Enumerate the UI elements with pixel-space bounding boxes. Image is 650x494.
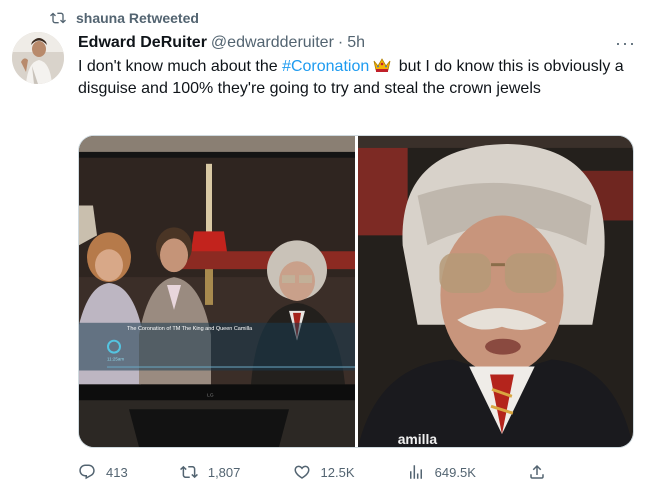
heart-icon bbox=[294, 465, 310, 479]
views-button[interactable]: 649.5K bbox=[407, 463, 476, 481]
author-avatar[interactable] bbox=[12, 32, 64, 84]
like-button[interactable]: 12.5K bbox=[293, 463, 355, 481]
tv-caption: The Coronation of TM The King and Queen … bbox=[127, 326, 253, 332]
retweet-action-icon bbox=[179, 465, 198, 479]
tweet-text-part1: I don't know much about the bbox=[78, 58, 283, 75]
reply-button[interactable]: 413 bbox=[78, 463, 128, 481]
retweeted-by-label: shauna Retweeted bbox=[76, 10, 199, 26]
more-options-button[interactable]: ··· bbox=[615, 34, 636, 52]
retweet-icon bbox=[50, 12, 66, 24]
reply-count: 413 bbox=[106, 464, 128, 480]
tweet-media[interactable]: The Coronation of TM The King and Queen … bbox=[78, 135, 634, 448]
retweet-indicator[interactable]: shauna Retweeted bbox=[50, 8, 199, 28]
tweet-timestamp[interactable]: 5h bbox=[347, 34, 365, 52]
retweet-count: 1,807 bbox=[207, 464, 241, 480]
views-count: 649.5K bbox=[434, 464, 476, 480]
crown-emoji-icon bbox=[373, 58, 391, 72]
closeup-caption: amilla bbox=[398, 431, 438, 447]
retweet-button[interactable]: 1,807 bbox=[179, 463, 241, 481]
closeup-photo[interactable]: amilla bbox=[358, 136, 633, 447]
reply-icon bbox=[79, 464, 95, 480]
header-separator: · bbox=[337, 34, 344, 51]
tweet-actions: 413 1,807 12.5K 649.5K bbox=[78, 462, 546, 482]
tv-time: 11:25am bbox=[107, 357, 124, 362]
tv-brand: LG bbox=[207, 392, 214, 398]
tweet-text: I don't know much about the #Coronation … bbox=[78, 56, 638, 100]
tweet-header: Edward DeRuiter @edwardderuiter · 5h ··· bbox=[78, 32, 636, 54]
tv-photo[interactable]: The Coronation of TM The King and Queen … bbox=[79, 136, 355, 447]
author-handle[interactable]: @edwardderuiter bbox=[211, 34, 334, 52]
author-name[interactable]: Edward DeRuiter bbox=[78, 34, 207, 52]
share-button[interactable] bbox=[528, 463, 546, 481]
share-icon bbox=[530, 464, 544, 479]
like-count: 12.5K bbox=[320, 464, 355, 480]
views-chart-icon bbox=[409, 465, 422, 479]
hashtag-link[interactable]: #Coronation bbox=[282, 58, 369, 75]
